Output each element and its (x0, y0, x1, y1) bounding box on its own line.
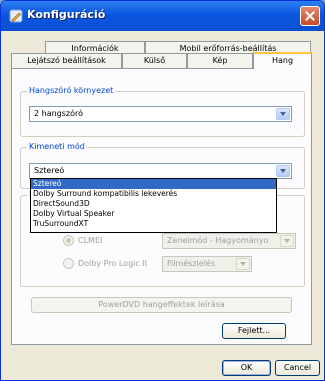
output-mode-dropdown-list[interactable]: Sztereó Dolby Surround kompatibilis leke… (30, 178, 277, 233)
pencil-app-icon (9, 9, 23, 23)
output-mode-value: Sztereó (34, 166, 65, 175)
speaker-env-legend: Hangszóró környezet (27, 86, 116, 95)
speaker-env-value: 2 hangszóró (34, 109, 84, 118)
dolby-pl2-mode-select[interactable]: Filmészlelés (162, 256, 252, 272)
dropdown-option[interactable]: Dolby Virtual Speaker (31, 209, 276, 219)
radio-dolby-pl2[interactable]: Dolby Pro Logic II (63, 258, 147, 269)
radio-indicator (63, 258, 74, 269)
tab-external[interactable]: Külső (122, 53, 187, 68)
chevron-down-icon[interactable] (276, 108, 290, 120)
radio-indicator (63, 235, 74, 246)
dropdown-option[interactable]: DirectSound3D (31, 199, 276, 209)
speaker-env-group: Hangszóró környezet 2 hangszóró (20, 86, 305, 137)
dropdown-option[interactable]: TruSurroundXT (31, 219, 276, 229)
audio-effects-info-button[interactable]: PowerDVD hangeffektek leírása (31, 297, 292, 313)
config-window: Konfiguráció Információk Mobil erőforrás… (0, 0, 325, 381)
chevron-down-icon[interactable] (236, 258, 250, 270)
output-mode-select[interactable]: Sztereó (29, 163, 292, 179)
dropdown-option[interactable]: Sztereó (31, 179, 276, 189)
tab-player-settings[interactable]: Lejátszó beállítások (11, 53, 122, 68)
chevron-down-icon[interactable] (280, 235, 294, 247)
tab-audio[interactable]: Hang (253, 52, 312, 69)
window-title: Konfiguráció (27, 8, 106, 21)
clmei-mode-select[interactable]: Zeneimód - Hagyományo (162, 233, 296, 249)
tab-picture[interactable]: Kép (187, 53, 253, 68)
dolby-pl2-mode-value: Filmészlelés (167, 259, 216, 268)
radio-dolby-pl2-label: Dolby Pro Logic II (78, 259, 148, 268)
dropdown-option[interactable]: Dolby Surround kompatibilis lekeverés (31, 189, 276, 199)
chevron-down-icon[interactable] (276, 165, 290, 177)
output-mode-legend: Kimeneti mód (27, 142, 87, 151)
radio-clmei-label: CLMEI (78, 236, 103, 245)
clmei-mode-value: Zeneimód - Hagyományo (167, 236, 269, 245)
title-bar[interactable]: Konfiguráció (1, 1, 324, 31)
radio-clmei[interactable]: CLMEI (63, 235, 102, 246)
speaker-env-select[interactable]: 2 hangszóró (29, 106, 292, 122)
advanced-button[interactable]: Fejlett... (222, 323, 286, 339)
close-button[interactable] (300, 6, 320, 26)
cancel-button[interactable]: Cancel (275, 360, 320, 376)
ok-button[interactable]: OK (222, 360, 271, 376)
